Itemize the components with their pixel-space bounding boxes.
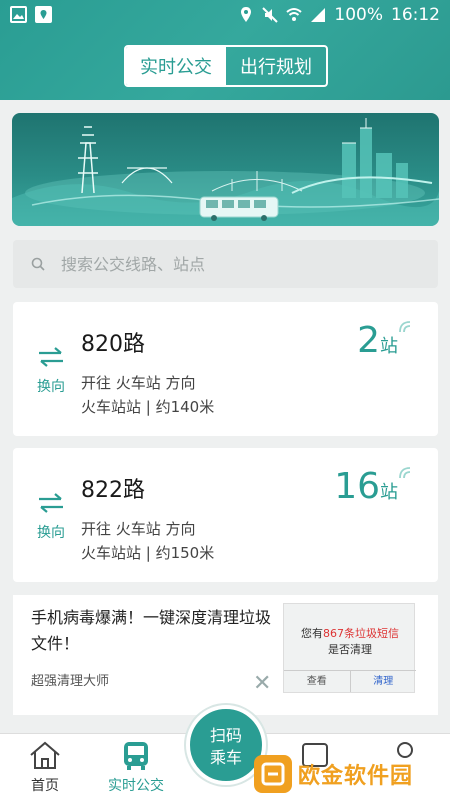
route-name: 822路: [81, 478, 145, 503]
ad-source: 超强清理大师: [31, 674, 110, 689]
clock: 16:12: [391, 5, 440, 25]
stops-count: 16: [334, 466, 380, 507]
search-input[interactable]: [61, 254, 421, 274]
ad-banner[interactable]: 手机病毒爆满！一键深度清理垃圾文件！ 超强清理大师 ✕ 您有867条垃圾短信 是…: [13, 595, 438, 715]
gallery-notification-icon: [10, 6, 27, 23]
bus-icon: [124, 742, 148, 770]
stops-away: 16站: [334, 466, 398, 507]
watermark-text: 欧金软件园: [298, 764, 414, 789]
close-icon[interactable]: ✕: [253, 671, 271, 696]
realtime-signal-icon: [399, 467, 411, 479]
app-header: 100% 16:12 实时公交 出行规划: [0, 0, 450, 100]
tab-trip-planning[interactable]: 出行规划: [226, 47, 326, 85]
skyline-illustration: [12, 118, 439, 226]
nav-realtime-label: 实时公交: [108, 778, 164, 794]
mute-icon: [262, 7, 279, 23]
stops-away: 2站: [357, 320, 398, 361]
station-distance: 火车站站 | 约140米: [81, 398, 215, 416]
scan-label-line2: 乘车: [209, 748, 242, 767]
signal-icon: [311, 8, 326, 22]
tab-realtime-bus[interactable]: 实时公交: [126, 47, 226, 85]
swap-direction-button[interactable]: 换向: [31, 346, 71, 396]
route-card[interactable]: 换向 822路 开往 火车站 方向 火车站站 | 约150米 16站: [13, 448, 438, 582]
scan-label-line1: 扫码: [209, 726, 242, 745]
status-bar: 100% 16:12: [0, 0, 450, 32]
battery-percentage: 100%: [334, 5, 383, 25]
ad-image-suffix: 条垃圾短信: [344, 627, 399, 640]
city-skyline-banner[interactable]: [12, 113, 439, 226]
stops-count: 2: [357, 320, 380, 361]
search-icon: [31, 240, 61, 288]
ad-image-buttons: 查看 清理: [284, 670, 416, 692]
home-icon: [30, 741, 60, 769]
nav-realtime-bus[interactable]: 实时公交: [96, 734, 176, 800]
wifi-icon: [286, 8, 303, 21]
ad-text: 手机病毒爆满！一键深度清理垃圾文件！: [31, 608, 272, 653]
location-icon: [241, 7, 252, 22]
watermark: 欧金软件园: [254, 752, 444, 796]
ad-view-button: 查看: [306, 676, 327, 687]
nav-home-label: 首页: [31, 778, 59, 794]
ad-image-line2: 是否清理: [328, 643, 372, 656]
swap-label: 换向: [37, 379, 65, 395]
location-notification-icon: [35, 6, 52, 23]
ad-image-prefix: 您有: [301, 627, 323, 640]
swap-label: 换向: [37, 525, 65, 541]
swap-direction-button[interactable]: 换向: [31, 492, 71, 542]
station-distance: 火车站站 | 约150米: [81, 544, 215, 562]
ad-clean-button: 清理: [349, 671, 417, 692]
mode-tabs: 实时公交 出行规划: [124, 45, 328, 87]
realtime-signal-icon: [399, 321, 411, 333]
stops-unit: 站: [380, 336, 398, 357]
stops-unit: 站: [380, 482, 398, 503]
route-card[interactable]: 换向 820路 开往 火车站 方向 火车站站 | 约140米 2站: [13, 302, 438, 436]
nav-home[interactable]: 首页: [5, 734, 85, 800]
route-direction: 开往 火车站 方向: [81, 374, 196, 392]
ad-image-text: 您有867条垃圾短信 是否清理: [284, 626, 416, 658]
swap-arrows-icon: [39, 347, 63, 367]
search-bar[interactable]: [13, 240, 438, 288]
route-name: 820路: [81, 332, 145, 357]
watermark-logo-icon: [254, 755, 292, 793]
swap-arrows-icon: [39, 493, 63, 513]
ad-image[interactable]: 您有867条垃圾短信 是否清理 查看 清理: [283, 603, 416, 693]
route-direction: 开往 火车站 方向: [81, 520, 196, 538]
ad-image-number: 867: [323, 627, 344, 640]
